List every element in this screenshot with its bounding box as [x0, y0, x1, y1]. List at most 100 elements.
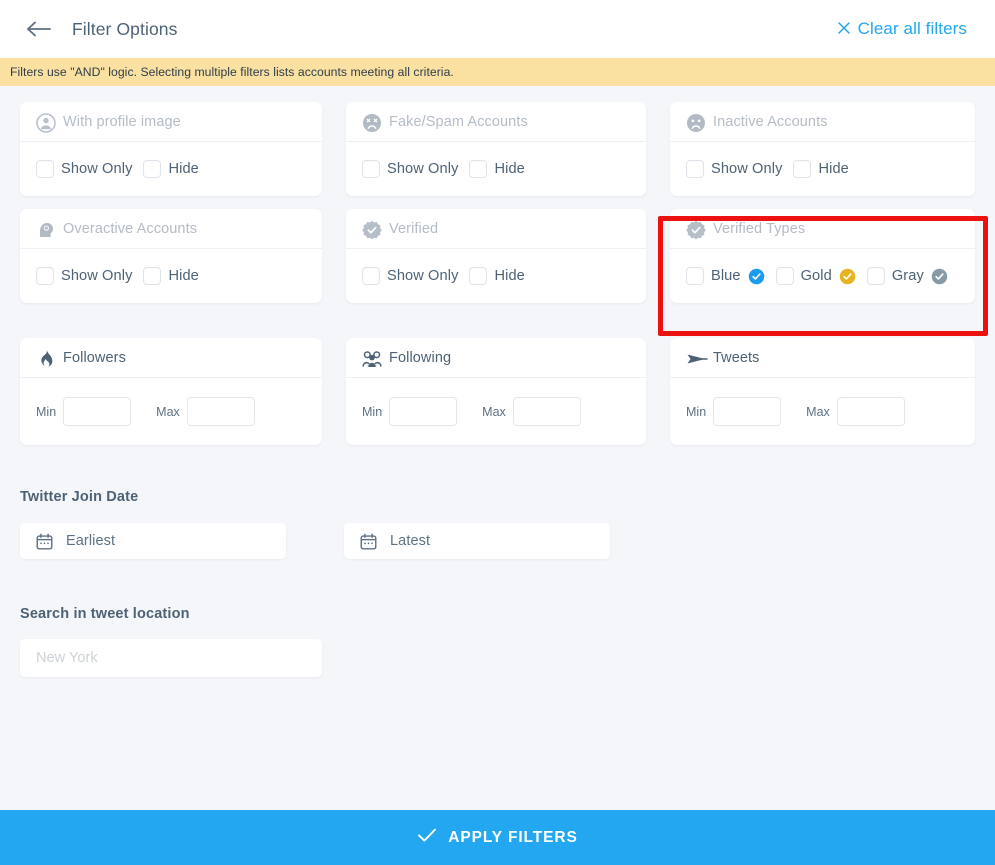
checkbox-item-show-only[interactable]: Show Only — [686, 160, 782, 178]
filter-grid-row-1: With profile image Show Only Hide Fake/S… — [0, 102, 995, 196]
checkbox-label: Hide — [818, 161, 849, 177]
card-title: Inactive Accounts — [713, 113, 828, 130]
tweets-max-input[interactable] — [836, 397, 905, 426]
checkbox-item-hide[interactable]: Hide — [469, 267, 525, 285]
checkbox-item-hide[interactable]: Hide — [469, 160, 525, 178]
verified-badge-blue-icon — [748, 268, 765, 285]
card-header: Inactive Accounts — [670, 102, 975, 142]
card-header: Verified — [346, 209, 646, 249]
earliest-date-field[interactable]: Earliest — [20, 523, 286, 559]
clear-all-filters-button[interactable]: Clear all filters — [837, 19, 967, 39]
card-header: Verified Types — [670, 209, 975, 249]
min-label: Min — [686, 404, 707, 419]
calendar-icon — [360, 533, 377, 550]
notice-text: Filters use "AND" logic. Selecting multi… — [10, 65, 454, 79]
checkbox-item-show-only[interactable]: Show Only — [36, 160, 132, 178]
filter-card-inactive-accounts: Inactive Accounts Show Only Hide — [670, 102, 975, 196]
following-max-input[interactable] — [512, 397, 581, 426]
card-header: With profile image — [20, 102, 322, 142]
checkbox-hide[interactable] — [143, 160, 162, 178]
checkbox-gray[interactable] — [866, 267, 885, 285]
checkbox-show-only[interactable] — [686, 160, 704, 178]
checkbox-item-gray[interactable]: Gray — [866, 267, 948, 285]
checkbox-group: Blue Gold Gray — [686, 267, 948, 285]
checkbox-item-gold[interactable]: Gold — [775, 267, 856, 285]
checkbox-group: Show Only Hide — [362, 267, 525, 285]
filter-card-verified: Verified Show Only Hide — [346, 209, 646, 303]
checkbox-group: Show Only Hide — [36, 267, 199, 285]
checkbox-show-only[interactable] — [36, 267, 54, 285]
checkbox-item-show-only[interactable]: Show Only — [362, 160, 458, 178]
checkbox-hide[interactable] — [793, 160, 812, 178]
apply-filters-label: APPLY FILTERS — [448, 828, 578, 846]
range-row: Min Max — [36, 397, 255, 426]
filter-card-verified-types: Verified Types Blue Gold Gray — [670, 209, 975, 303]
max-label: Max — [482, 404, 506, 419]
clear-all-filters-label: Clear all filters — [857, 19, 967, 38]
filter-card-fake-spam-accounts: Fake/Spam Accounts Show Only Hide — [346, 102, 646, 196]
tweet-location-section: Search in tweet location — [0, 606, 995, 677]
head-brain-icon — [36, 220, 53, 237]
card-title: Tweets — [713, 349, 760, 366]
section-title-join-date: Twitter Join Date — [20, 489, 139, 505]
page-header: Filter Options Clear all filters — [0, 0, 995, 58]
card-body: Show Only Hide — [670, 142, 975, 196]
checkbox-item-hide[interactable]: Hide — [143, 267, 199, 285]
checkbox-group: Show Only Hide — [36, 160, 199, 178]
checkbox-hide[interactable] — [143, 267, 162, 285]
card-body: Show Only Hide — [346, 142, 646, 196]
dizzy-face-icon — [362, 113, 381, 132]
section-title-tweet-location: Search in tweet location — [20, 606, 190, 622]
apply-filters-button[interactable]: APPLY FILTERS — [0, 810, 995, 865]
checkbox-label: Hide — [168, 161, 199, 177]
verified-badge-gray-icon — [931, 268, 948, 285]
frowning-face-icon — [686, 113, 705, 132]
latest-date-field[interactable]: Latest — [344, 523, 610, 559]
followers-min-input[interactable] — [63, 397, 132, 426]
verified-badge-icon — [362, 220, 382, 240]
checkbox-show-only[interactable] — [362, 160, 380, 178]
range-card-tweets: Tweets Min Max — [670, 338, 975, 445]
checkbox-hide[interactable] — [469, 160, 488, 178]
filter-options-page: Filter Options Clear all filters Filters… — [0, 0, 995, 865]
checkbox-hide[interactable] — [469, 267, 488, 285]
following-min-input[interactable] — [389, 397, 458, 426]
card-body: Show Only Hide — [20, 249, 322, 303]
tweet-location-input[interactable] — [20, 639, 322, 677]
card-body: Min Max — [20, 378, 322, 445]
checkbox-item-show-only[interactable]: Show Only — [36, 267, 132, 285]
join-date-fields: Earliest Latest — [20, 523, 975, 559]
checkbox-blue[interactable] — [686, 267, 704, 285]
range-card-following: Following Min Max — [346, 338, 646, 445]
checkbox-item-show-only[interactable]: Show Only — [362, 267, 458, 285]
checkbox-show-only[interactable] — [362, 267, 380, 285]
card-header: Followers — [20, 338, 322, 378]
max-label: Max — [806, 404, 830, 419]
calendar-icon — [36, 533, 53, 550]
earliest-date-label: Earliest — [66, 533, 116, 549]
card-body: Blue Gold Gray — [670, 249, 975, 303]
checkbox-label: Gray — [891, 268, 924, 284]
and-logic-notice: Filters use "AND" logic. Selecting multi… — [0, 58, 995, 86]
checkbox-item-hide[interactable]: Hide — [143, 160, 199, 178]
user-circle-icon — [36, 113, 56, 133]
checkbox-label: Gold — [800, 268, 832, 284]
tweets-min-input[interactable] — [713, 397, 782, 426]
range-grid-row: Followers Min Max Following Min Max Twee… — [0, 338, 995, 445]
checkbox-item-hide[interactable]: Hide — [793, 160, 849, 178]
card-header: Fake/Spam Accounts — [346, 102, 646, 142]
checkbox-group: Show Only Hide — [686, 160, 849, 178]
checkbox-gold[interactable] — [775, 267, 794, 285]
card-title: With profile image — [63, 113, 181, 130]
card-title: Verified — [389, 220, 439, 237]
card-header: Following — [346, 338, 646, 378]
min-label: Min — [36, 404, 57, 419]
card-body: Show Only Hide — [20, 142, 322, 196]
followers-max-input[interactable] — [186, 397, 255, 426]
arrow-left-icon[interactable] — [26, 19, 52, 39]
checkbox-show-only[interactable] — [36, 160, 54, 178]
checkbox-item-blue[interactable]: Blue — [686, 267, 765, 285]
card-title: Fake/Spam Accounts — [389, 113, 528, 130]
card-title: Verified Types — [713, 220, 806, 237]
paper-plane-icon — [686, 349, 708, 366]
